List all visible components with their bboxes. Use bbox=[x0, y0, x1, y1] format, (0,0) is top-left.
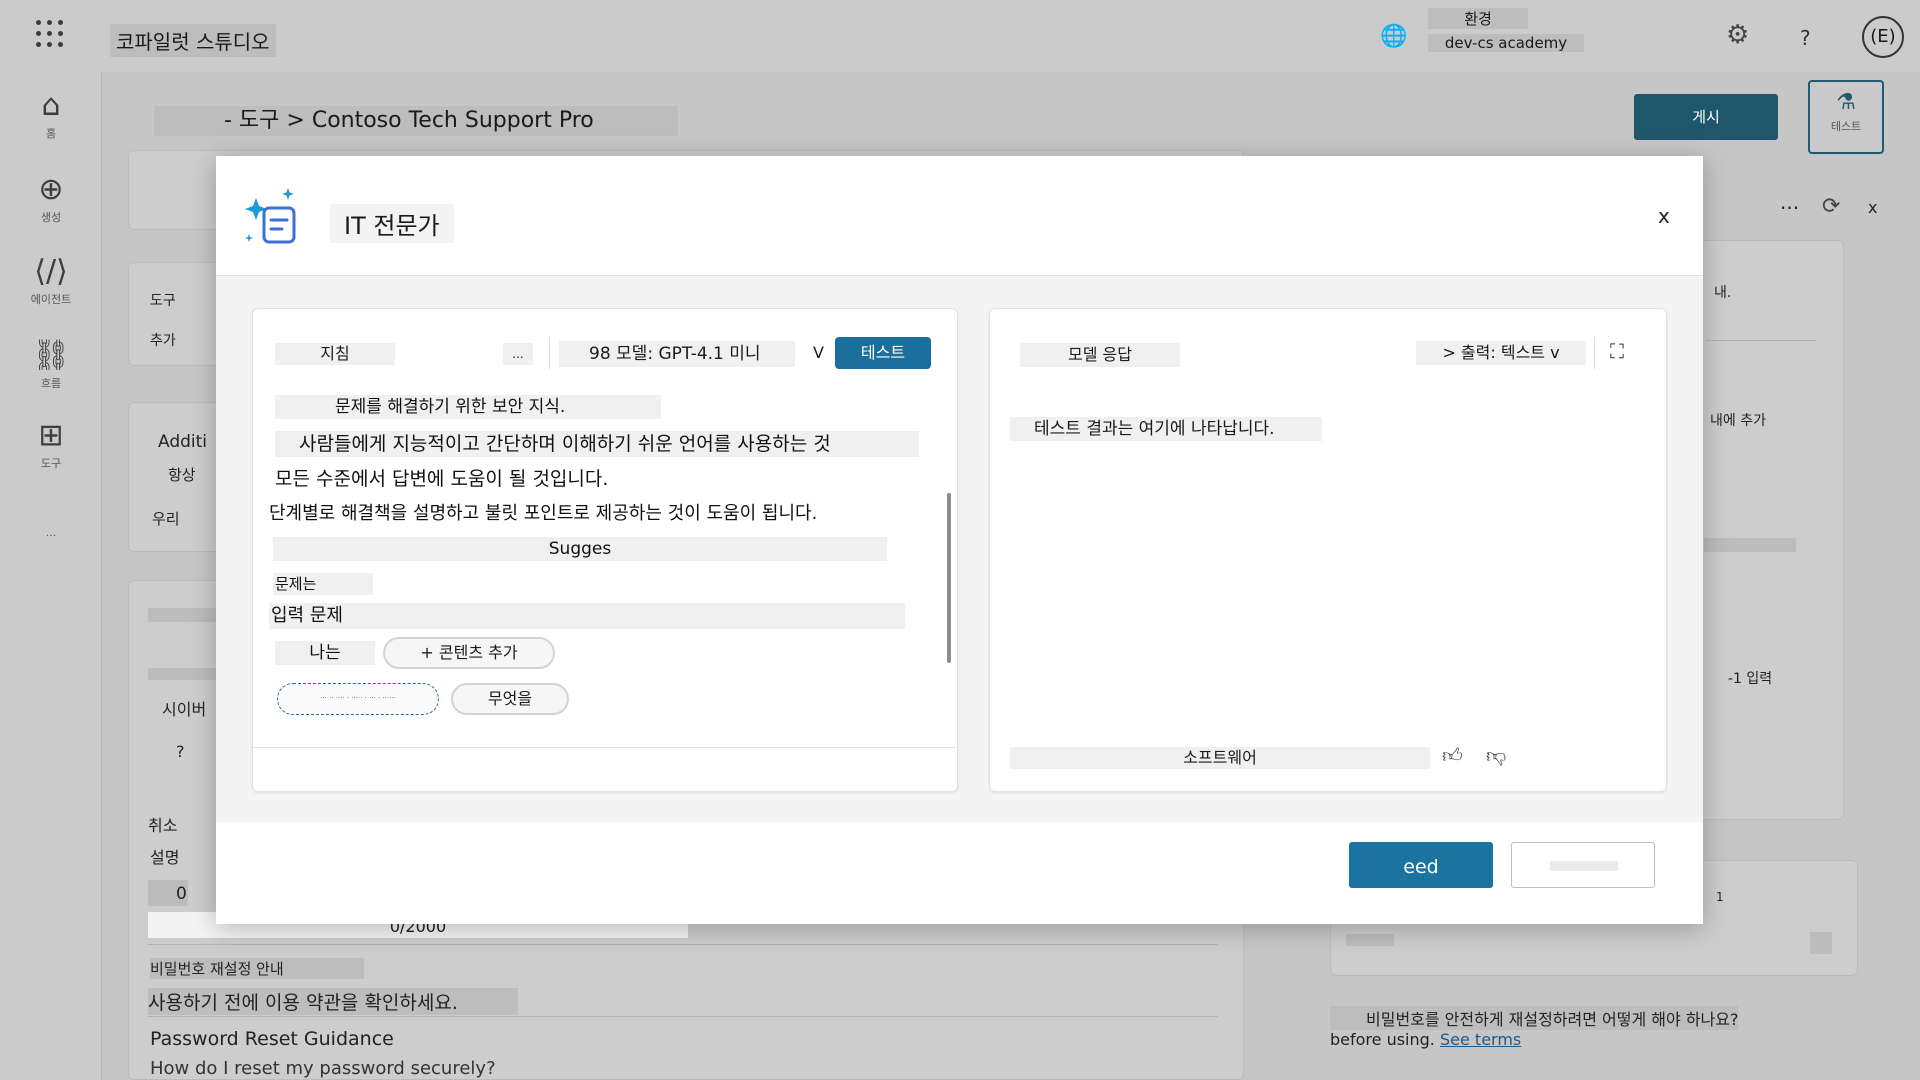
breadcrumb[interactable]: - 도구 > Contoso Tech Support Pro bbox=[154, 106, 678, 136]
flask-icon: ⚗ bbox=[1836, 90, 1856, 115]
nav-item-more[interactable]: ... bbox=[0, 524, 102, 539]
prompt-sparkle-icon bbox=[245, 188, 296, 244]
tools-grid-icon: ⊞ bbox=[38, 418, 64, 453]
bg-tools-label: 도구 bbox=[150, 293, 176, 309]
input-issue-line: 입력 문제 bbox=[269, 603, 905, 629]
instruction-line: 문제를 해결하기 위한 보안 지식. bbox=[275, 395, 661, 419]
instructions-panel: 지침 ... 98 모델: GPT-4.1 미니 V 테스트 문제를 해결하기 … bbox=[252, 308, 958, 792]
model-response-panel: 모델 응답 > 출력: 텍스트 v ⛶ 테스트 결과는 여기에 나타납니다. 소… bbox=[989, 308, 1667, 792]
pw-reset-label: 비밀번호 재설정 안내 bbox=[150, 958, 364, 979]
secondary-action-button[interactable] bbox=[1511, 842, 1655, 888]
instruction-line: 나는 bbox=[275, 641, 375, 665]
bg-cyber: 시이버 bbox=[162, 700, 207, 719]
bg-right-mine: 내. bbox=[1714, 285, 1732, 301]
bg-right-divider-1 bbox=[1706, 340, 1816, 341]
bg-redacted-2 bbox=[148, 668, 216, 680]
dialog-header: IT 전문가 x bbox=[216, 156, 1703, 276]
bg-right-redacted-2 bbox=[1346, 934, 1394, 946]
instruction-line: 모든 수준에서 답변에 도움이 될 것입니다. bbox=[273, 465, 669, 493]
publish-button[interactable]: 게시 bbox=[1634, 94, 1778, 140]
help-icon[interactable]: ? bbox=[1800, 26, 1811, 50]
response-footer-text: 소프트웨어 bbox=[1010, 747, 1430, 769]
right-pane-more-icon[interactable]: ··· bbox=[1780, 196, 1799, 220]
settings-gear-icon[interactable]: ⚙ bbox=[1726, 20, 1749, 50]
dialog-body: 지침 ... 98 모델: GPT-4.1 미니 V 테스트 문제를 해결하기 … bbox=[216, 276, 1703, 822]
instructions-more-button[interactable]: ... bbox=[503, 343, 533, 365]
left-navigation: ⌂ 홈 ⊕ 생성 ⟨/⟩ 에이전트 ⛓ 흐름 ⊞ 도구 ... bbox=[0, 72, 102, 1080]
right-pane-close[interactable]: x bbox=[1868, 198, 1877, 217]
environment-icon[interactable]: 🌐 bbox=[1380, 24, 1407, 49]
primary-action-button[interactable]: eed bbox=[1349, 842, 1493, 888]
bg-us-radio[interactable]: 우리 bbox=[152, 508, 180, 529]
instructions-label: 지침 bbox=[275, 343, 395, 365]
nav-item-tools[interactable]: ⊞ 도구 bbox=[0, 418, 102, 471]
input-variable-chip[interactable]: ··· ·· ···· · ····· · ··· · ······ bbox=[277, 683, 439, 715]
bg-zero: 0 bbox=[176, 884, 187, 904]
terms-check-text: 사용하기 전에 이용 약관을 확인하세요. bbox=[148, 988, 518, 1015]
output-format-dropdown[interactable]: > 출력: 텍스트 v bbox=[1416, 341, 1586, 365]
what-chip-button[interactable]: 무엇을 bbox=[451, 683, 569, 715]
pw-reset-title: Password Reset Guidance bbox=[150, 1028, 394, 1050]
bg-description: 설명 bbox=[150, 848, 180, 867]
it-expert-dialog: IT 전문가 x 지침 ... 98 모델: GPT-4.1 미니 V 테스트 … bbox=[216, 156, 1703, 924]
user-avatar[interactable]: (E) bbox=[1862, 16, 1904, 58]
bg-right-icon-box bbox=[1810, 932, 1832, 954]
test-pane-button[interactable]: ⚗ 테스트 bbox=[1808, 80, 1884, 154]
home-icon: ⌂ bbox=[41, 88, 61, 123]
bg-additional: Additi bbox=[158, 432, 208, 452]
dialog-footer: eed bbox=[216, 822, 1703, 924]
nav-item-agents[interactable]: ⟨/⟩ 에이전트 bbox=[0, 254, 102, 307]
test-result-placeholder: 테스트 결과는 여기에 나타납니다. bbox=[1010, 417, 1322, 441]
app-title: 코파일럿 스튜디오 bbox=[110, 24, 276, 57]
instructions-editor[interactable]: 문제를 해결하기 위한 보안 지식. 사람들에게 지능적이고 간단하며 이해하기… bbox=[253, 381, 959, 741]
agent-icon: ⟨/⟩ bbox=[34, 254, 68, 289]
nav-item-home[interactable]: ⌂ 홈 bbox=[0, 88, 102, 141]
dialog-close-button[interactable]: x bbox=[1658, 204, 1670, 228]
bg-cancel[interactable]: 취소 bbox=[148, 812, 177, 836]
model-response-label: 모델 응답 bbox=[1020, 343, 1180, 367]
environment-value[interactable]: dev-cs academy bbox=[1428, 34, 1584, 52]
secondary-button-label bbox=[1550, 861, 1618, 871]
pw-reset-question: How do I reset my password securely? bbox=[150, 1058, 496, 1079]
model-selector[interactable]: 98 모델: GPT-4.1 미니 bbox=[559, 341, 795, 367]
add-content-button[interactable]: + 콘텐츠 추가 bbox=[383, 637, 555, 669]
bg-right-one: 1 bbox=[1716, 890, 1724, 904]
nav-item-create[interactable]: ⊕ 생성 bbox=[0, 172, 102, 225]
instruction-line: Sugges bbox=[273, 537, 887, 561]
editor-bottom-divider bbox=[253, 747, 957, 748]
create-plus-icon: ⊕ bbox=[38, 172, 64, 207]
bg-right-redacted bbox=[1704, 538, 1796, 552]
bg-divider-2 bbox=[148, 1016, 1218, 1017]
run-test-button[interactable]: 테스트 bbox=[835, 337, 931, 369]
see-terms-link[interactable]: See terms bbox=[1440, 1030, 1521, 1049]
bg-right-add-mine: 내에 추가 bbox=[1710, 413, 1766, 429]
bg-right-input: -1 입력 bbox=[1728, 671, 1773, 687]
bg-question: ? bbox=[176, 742, 185, 761]
dialog-title: IT 전문가 bbox=[330, 204, 454, 243]
refresh-icon[interactable]: ⟳ bbox=[1822, 194, 1840, 219]
environment-label: 환경 bbox=[1428, 8, 1528, 29]
thumbs-down-icon[interactable]: 👎︎ bbox=[1486, 743, 1506, 768]
nav-item-flows[interactable]: ⛓ 흐름 bbox=[0, 338, 102, 391]
bg-add-label: 추가 bbox=[150, 333, 176, 349]
flow-icon: ⛓ bbox=[31, 338, 71, 373]
expand-fullscreen-icon[interactable]: ⛶ bbox=[1610, 339, 1624, 363]
bg-right-before: before using. See terms bbox=[1330, 1030, 1522, 1049]
model-chevron-down-icon[interactable]: V bbox=[813, 343, 824, 362]
toolbar-separator bbox=[549, 337, 550, 369]
instruction-line: 문제는 bbox=[273, 573, 373, 595]
thumbs-up-icon[interactable]: 👍︎ bbox=[1442, 743, 1463, 768]
bg-divider-1 bbox=[148, 944, 1218, 945]
instruction-line: 단계별로 해결책을 설명하고 불릿 포인트로 제공하는 것이 도움이 됩니다. bbox=[269, 501, 879, 527]
bg-always: 항상 bbox=[168, 466, 196, 484]
instruction-line: 사람들에게 지능적이고 간단하며 이해하기 쉬운 언어를 사용하는 것 bbox=[275, 431, 919, 457]
toolbar-separator bbox=[1594, 337, 1595, 369]
editor-scrollbar[interactable] bbox=[947, 493, 951, 663]
bg-redacted-1 bbox=[148, 608, 216, 622]
bg-right-question-ko: 비밀번호를 안전하게 재설정하려면 어떻게 해야 하나요? bbox=[1330, 1006, 1739, 1030]
app-launcher-icon[interactable] bbox=[36, 20, 64, 48]
top-bar: 코파일럿 스튜디오 🌐 환경 dev-cs academy ⚙ ? (E) bbox=[0, 0, 1920, 72]
